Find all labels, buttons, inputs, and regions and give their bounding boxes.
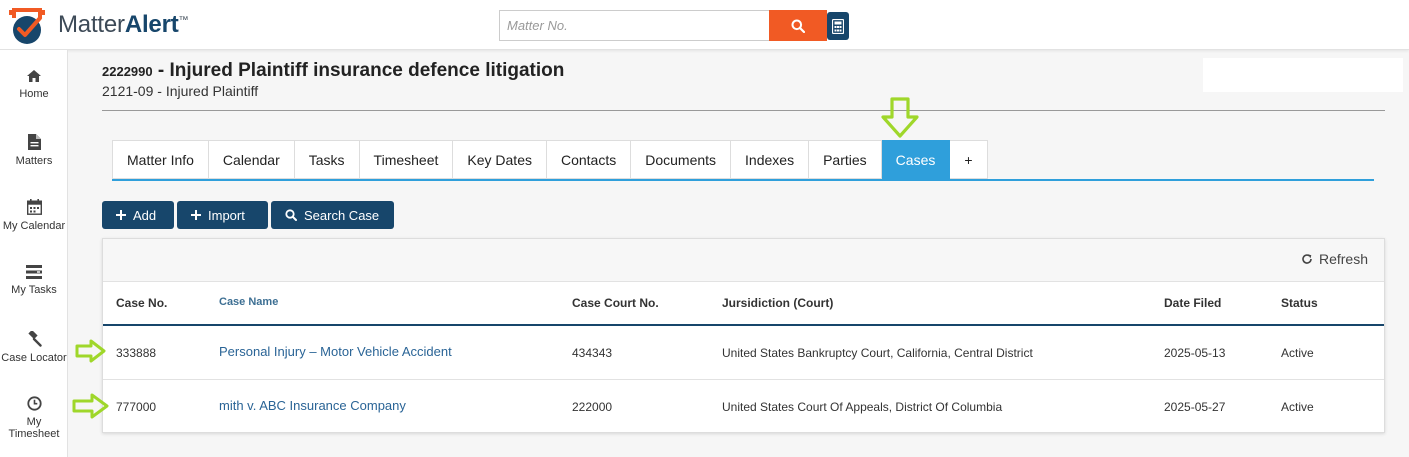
column-header-status[interactable]: Status: [1281, 296, 1318, 310]
tab-key-dates[interactable]: Key Dates: [453, 140, 547, 179]
table-row-1-jurisdiction: United States Bankruptcy Court, Californ…: [722, 346, 1033, 360]
search-case-button-label: Search Case: [304, 207, 380, 223]
plus-icon: [116, 210, 126, 220]
sidebar-item-label: My Timesheet: [8, 416, 60, 440]
column-header-date-filed[interactable]: Date Filed: [1164, 296, 1221, 310]
sidebar-item-matters[interactable]: Matters: [0, 134, 68, 167]
table-row-1-case-name-link[interactable]: Personal Injury – Motor Vehicle Accident: [219, 344, 452, 359]
search-case-button[interactable]: Search Case: [271, 201, 394, 229]
matter-search-input[interactable]: [499, 10, 769, 41]
table-row-2-court-no: 222000: [572, 400, 613, 414]
search-icon: [791, 19, 805, 33]
sidebar-item-case-locator[interactable]: Case Locator: [0, 331, 68, 364]
table-row-1-date-filed: 2025-05-13: [1164, 346, 1226, 360]
tab-add[interactable]: +: [950, 140, 988, 179]
tab-matter-info[interactable]: Matter Info: [112, 140, 209, 179]
refresh-icon: [1302, 254, 1312, 264]
sidebar-item-label: My Calendar: [2, 220, 66, 232]
gavel-icon: [28, 331, 42, 347]
action-toolbar: Add Import Search Case: [102, 201, 394, 229]
annotation-arrow-right-icon: [72, 393, 109, 419]
tab-tasks[interactable]: Tasks: [294, 140, 360, 179]
matter-tabs: Matter Info Calendar Tasks Timesheet Key…: [112, 140, 988, 180]
column-header-case-no[interactable]: Case No.: [116, 296, 167, 310]
table-row-divider: [103, 379, 1384, 380]
annotation-arrow-down-icon: [881, 97, 919, 138]
sidebar-item-my-calendar[interactable]: My Calendar: [0, 199, 68, 232]
home-icon: [27, 70, 41, 82]
table-row-2-case-no: 777000: [116, 400, 157, 414]
import-button[interactable]: Import: [177, 201, 268, 229]
annotation-arrow-right-icon: [75, 339, 106, 363]
logo-text-bold: Alert: [124, 11, 179, 38]
sidebar-item-my-tasks[interactable]: My Tasks: [0, 265, 68, 296]
tab-contacts[interactable]: Contacts: [546, 140, 632, 179]
column-header-jurisdiction[interactable]: Jursidiction (Court): [722, 296, 833, 310]
clock-icon: [26, 396, 42, 411]
sidebar-item-label: Home: [19, 88, 49, 100]
refresh-label: Refresh: [1318, 251, 1368, 267]
sidebar-item-label: My Tasks: [11, 284, 57, 296]
page-title: 2222990 - Injured Plaintiff insurance de…: [102, 60, 564, 82]
logo-text-light: Matter: [58, 11, 125, 38]
sidebar-item-label: Case Locator: [1, 352, 67, 364]
tab-cases[interactable]: Cases: [881, 140, 951, 179]
search-button[interactable]: [769, 10, 827, 41]
table-row-2-status: Active: [1281, 400, 1314, 414]
logo-trademark: ™: [178, 15, 189, 26]
search-icon: [285, 209, 297, 221]
table-row-1-case-no: 333888: [116, 346, 157, 360]
table-row-1-court-no: 434343: [572, 346, 613, 360]
matter-title: - Injured Plaintiff insurance defence li…: [152, 60, 565, 81]
column-header-case-name[interactable]: Case Name: [219, 296, 278, 308]
add-button[interactable]: Add: [102, 201, 174, 229]
calculator-button[interactable]: [827, 12, 849, 40]
tasks-icon: [26, 265, 42, 279]
panel-header: Refresh: [103, 239, 1384, 282]
sidebar-item-my-timesheet[interactable]: My Timesheet: [0, 396, 68, 440]
sidebar-item-label: Matters: [15, 155, 53, 167]
tab-underline: [112, 179, 1374, 181]
table-row-1-status: Active: [1281, 346, 1314, 360]
calendar-icon: [26, 199, 42, 215]
table-row-2-case-name-link[interactable]: mith v. ABC Insurance Company: [219, 398, 406, 413]
add-button-label: Add: [133, 207, 157, 223]
logo[interactable]: MatterAlert™: [6, 4, 189, 46]
column-header-court-no[interactable]: Case Court No.: [572, 296, 659, 310]
tab-calendar[interactable]: Calendar: [208, 140, 295, 179]
plus-icon: [191, 210, 201, 220]
table-row-2-date-filed: 2025-05-27: [1164, 400, 1226, 414]
tab-indexes[interactable]: Indexes: [731, 140, 810, 179]
matter-number: 2222990: [102, 64, 153, 79]
logo-icon: [6, 4, 48, 46]
refresh-button[interactable]: Refresh: [1301, 251, 1368, 267]
tab-parties[interactable]: Parties: [809, 140, 882, 179]
table-row-2-jurisdiction: United States Court Of Appeals, District…: [722, 400, 1003, 414]
cases-panel: Refresh Case No. Case Name Case Court No…: [102, 238, 1385, 433]
header-blank-area: [1203, 58, 1403, 92]
import-button-label: Import: [208, 207, 245, 223]
top-bar: MatterAlert™: [0, 0, 1409, 50]
divider: [102, 110, 1385, 111]
table-header-divider: [103, 324, 1384, 326]
tab-timesheet[interactable]: Timesheet: [359, 140, 454, 179]
document-icon: [27, 134, 41, 150]
logo-text: MatterAlert™: [58, 11, 189, 39]
matter-search: [499, 10, 827, 41]
matter-subtitle: 2121-09 - Injured Plaintiff: [102, 83, 259, 99]
tab-documents[interactable]: Documents: [631, 140, 732, 179]
calculator-icon: [832, 18, 844, 34]
sidebar-item-home[interactable]: Home: [0, 69, 68, 100]
sidebar: Home Matters My Calendar My Tasks Case L…: [0, 50, 68, 457]
